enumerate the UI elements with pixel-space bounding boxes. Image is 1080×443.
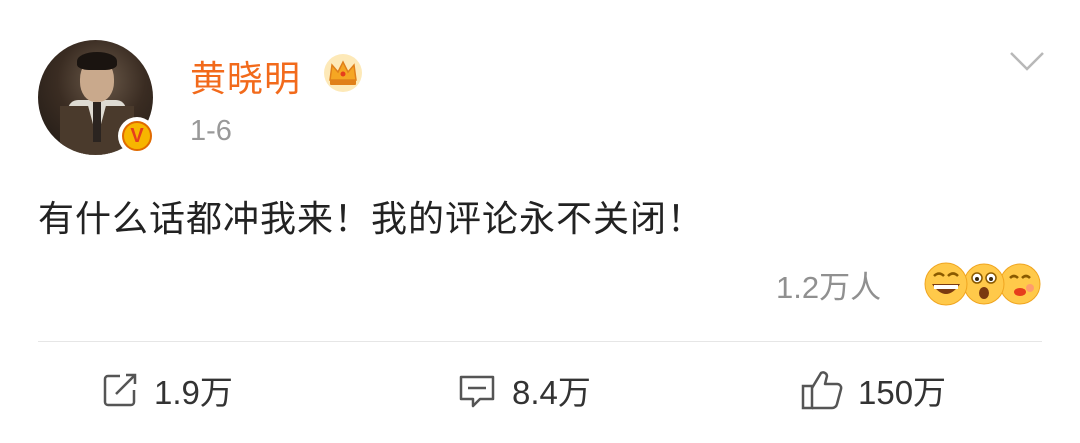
comment-button[interactable]: 8.4万 bbox=[456, 362, 591, 418]
divider bbox=[38, 341, 1042, 342]
comment-count: 8.4万 bbox=[512, 374, 591, 411]
verified-badge: V bbox=[118, 117, 156, 155]
avatar-hair bbox=[77, 52, 117, 70]
post-content: 有什么话都冲我来！我的评论永不关闭！ bbox=[38, 199, 705, 240]
username[interactable]: 黄晓明 bbox=[190, 50, 301, 102]
like-button[interactable]: 150万 bbox=[800, 362, 946, 418]
like-count: 150万 bbox=[858, 374, 947, 411]
post-date: 1-6 bbox=[190, 115, 232, 147]
share-icon bbox=[103, 373, 137, 407]
avatar-tie bbox=[93, 102, 101, 142]
kiss-emoji bbox=[999, 263, 1041, 305]
comment-icon bbox=[459, 375, 495, 408]
repost-button[interactable]: 1.9万 bbox=[100, 362, 233, 418]
reaction-count[interactable]: 1.2万人 bbox=[776, 262, 881, 307]
chevron-down-icon[interactable] bbox=[1008, 48, 1046, 74]
reaction-emojis[interactable] bbox=[920, 258, 1045, 310]
verified-badge-label: V bbox=[122, 121, 152, 151]
grin-emoji bbox=[924, 262, 968, 306]
shocked-emoji bbox=[963, 263, 1005, 305]
thumbs-up-icon bbox=[801, 371, 843, 410]
repost-count: 1.9万 bbox=[154, 374, 233, 411]
crown-icon bbox=[324, 54, 362, 92]
